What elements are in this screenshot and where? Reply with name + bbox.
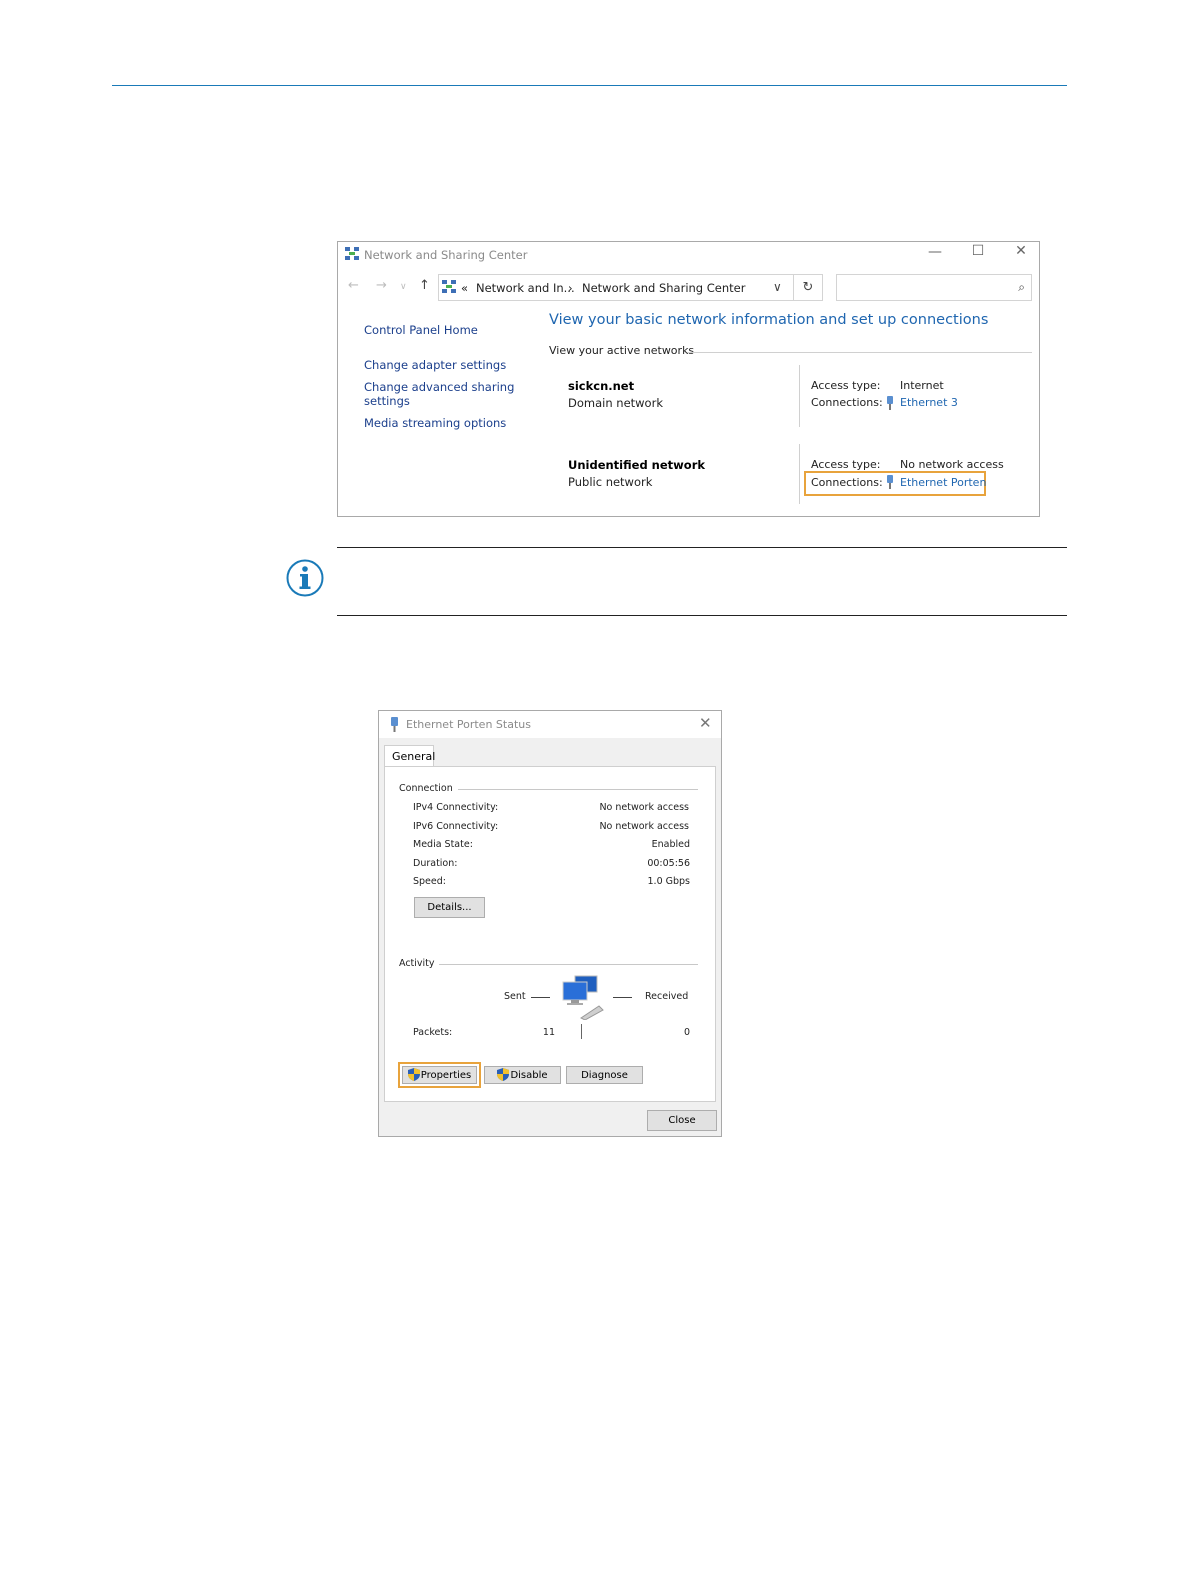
maximize-icon[interactable]: ☐ (968, 243, 988, 259)
network-computers-icon (562, 975, 604, 1020)
received-line (613, 997, 632, 998)
ethernet-status-dialog: Ethernet Porten Status ✕ General Connect… (378, 710, 722, 1137)
ethernet-plug-icon (391, 717, 398, 732)
media-state-value: Enabled (651, 839, 690, 850)
ipv4-label: IPv4 Connectivity: (413, 802, 499, 813)
media-state-label: Media State: (413, 839, 473, 850)
breadcrumb-network-internet[interactable]: Network and In... (476, 281, 575, 295)
network-center-icon (442, 280, 456, 293)
active-networks-label: View your active networks (549, 344, 695, 357)
address-bar[interactable]: « Network and In... › Network and Sharin… (438, 274, 794, 301)
network-name: Unidentified network (568, 458, 706, 472)
tab-general[interactable]: General (384, 745, 435, 767)
uac-shield-icon (407, 1068, 420, 1081)
note-bottom-rule (337, 615, 1067, 616)
disable-button-label: Disable (510, 1070, 548, 1081)
access-type-label: Access type: (811, 379, 881, 392)
control-panel-home-link[interactable]: Control Panel Home (364, 323, 478, 337)
dialog-title: Ethernet Porten Status (406, 718, 531, 731)
packets-divider (581, 1024, 582, 1039)
search-icon[interactable]: ⌕ (1018, 280, 1025, 295)
search-input[interactable]: ⌕ (836, 274, 1032, 301)
column-divider (799, 365, 800, 427)
disable-button[interactable]: Disable (484, 1066, 561, 1084)
back-arrow-icon[interactable]: ← (348, 278, 359, 293)
change-advanced-sharing-link[interactable]: Change advanced sharing (364, 380, 514, 394)
info-icon (286, 559, 324, 597)
connection-link-ethernet3[interactable]: Ethernet 3 (900, 396, 958, 409)
network-name: sickcn.net (568, 379, 635, 393)
close-icon[interactable]: ✕ (699, 714, 712, 732)
general-panel: Connection IPv4 Connectivity: No network… (384, 766, 716, 1102)
access-type-value: Internet (900, 379, 944, 392)
received-label: Received (645, 991, 689, 1002)
close-button[interactable]: Close (647, 1110, 717, 1131)
ethernet-plug-icon (887, 396, 893, 410)
minimize-icon[interactable]: — (925, 244, 945, 260)
breadcrumb-separator[interactable]: › (568, 281, 573, 295)
page-heading: View your basic network information and … (549, 312, 989, 328)
recent-dropdown-icon[interactable]: ∨ (400, 282, 407, 292)
packets-sent-value: 11 (542, 1027, 555, 1038)
header-rule (112, 85, 1067, 86)
group-divider (458, 789, 698, 790)
window-title: Network and Sharing Center (364, 248, 528, 262)
change-advanced-sharing-link-line2[interactable]: settings (364, 394, 410, 408)
properties-button-label: Properties (420, 1070, 472, 1081)
ipv6-label: IPv6 Connectivity: (413, 821, 499, 832)
sent-label: Sent (504, 991, 526, 1002)
connections-label: Connections: (811, 396, 883, 409)
address-dropdown-icon[interactable]: ∨ (773, 280, 782, 294)
section-divider (687, 352, 1032, 353)
duration-value: 00:05:56 (647, 858, 690, 869)
network-type: Domain network (568, 396, 663, 410)
access-type-label: Access type: (811, 458, 881, 471)
up-arrow-icon[interactable]: ↑ (419, 278, 430, 293)
properties-button[interactable]: Properties (402, 1066, 477, 1084)
refresh-button[interactable]: ↻ (794, 274, 823, 301)
column-divider (799, 444, 800, 504)
ipv4-value: No network access (599, 802, 689, 813)
group-divider (439, 964, 698, 965)
details-button[interactable]: Details... (414, 897, 485, 918)
close-icon[interactable]: ✕ (1011, 243, 1031, 259)
speed-label: Speed: (413, 876, 446, 887)
breadcrumb-overflow[interactable]: « (461, 281, 468, 295)
change-adapter-settings-link[interactable]: Change adapter settings (364, 358, 506, 372)
ipv6-value: No network access (599, 821, 689, 832)
media-streaming-options-link[interactable]: Media streaming options (364, 416, 506, 430)
speed-value: 1.0 Gbps (647, 876, 691, 887)
sent-line (531, 997, 550, 998)
activity-group-label: Activity (399, 958, 435, 969)
network-sharing-center-window: Network and Sharing Center — ☐ ✕ ← → ∨ ↑… (337, 241, 1040, 517)
network-center-icon (345, 247, 359, 260)
packets-received-value: 0 (683, 1027, 690, 1038)
breadcrumb-sharing-center[interactable]: Network and Sharing Center (582, 281, 745, 295)
connections-label: Connections: (811, 476, 883, 489)
note-top-rule (337, 547, 1067, 548)
uac-shield-icon (497, 1068, 510, 1081)
connection-link-ethernet-porten[interactable]: Ethernet Porten (900, 476, 986, 489)
packets-label: Packets: (413, 1027, 453, 1038)
connection-group-label: Connection (399, 783, 453, 794)
ethernet-plug-icon (887, 475, 893, 489)
forward-arrow-icon[interactable]: → (376, 278, 387, 293)
network-type: Public network (568, 475, 653, 489)
duration-label: Duration: (413, 858, 458, 869)
diagnose-button[interactable]: Diagnose (566, 1066, 643, 1084)
access-type-value: No network access (900, 458, 1004, 471)
